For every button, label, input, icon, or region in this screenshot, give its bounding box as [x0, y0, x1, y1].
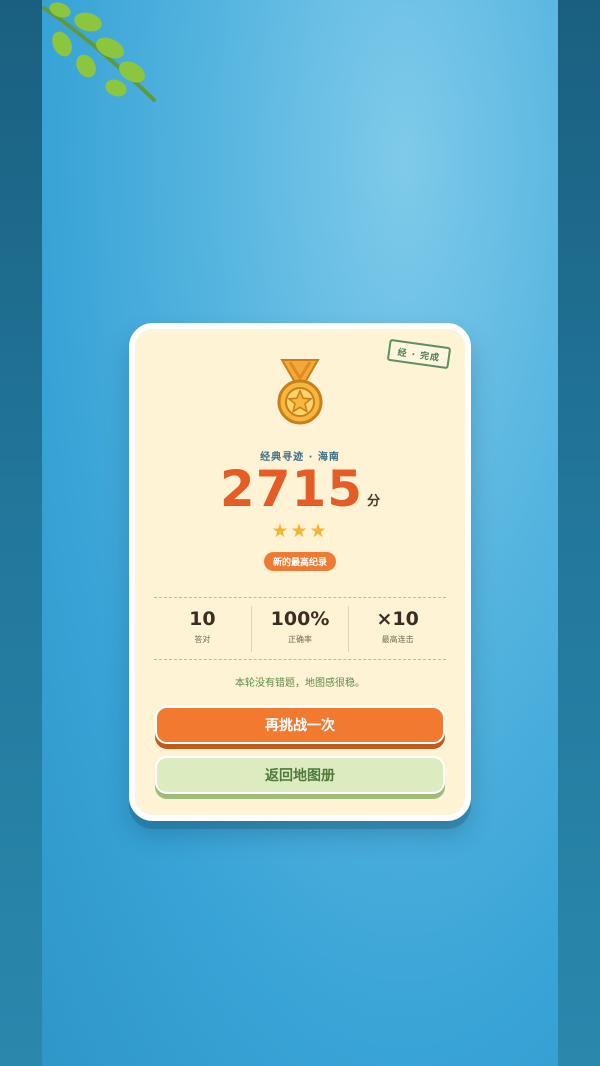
leaf-branch-decoration [42, 2, 156, 102]
new-record-badge: 新的最高纪录 [264, 552, 336, 571]
divider-top [154, 597, 446, 598]
stat-correct: 10 答对 [154, 606, 251, 652]
stat-label: 正确率 [288, 635, 312, 644]
score-display: 2715 分 [129, 461, 471, 517]
medal-icon [277, 359, 323, 425]
stat-label: 最高连击 [381, 635, 414, 644]
result-note: 本轮没有错题，地图感很稳。 [235, 678, 365, 689]
stats-row: 10 答对 100% 正确率 ×10 最高连击 [154, 606, 446, 652]
stat-value: 100% [270, 608, 330, 630]
star-rating: ★★★ [271, 520, 329, 542]
left-side-panel [0, 0, 42, 1066]
stat-value: 10 [189, 608, 216, 630]
stat-combo: ×10 最高连击 [348, 606, 446, 652]
stat-label: 答对 [194, 635, 211, 644]
score-value: 2715 [219, 460, 364, 518]
score-unit: 分 [367, 494, 381, 509]
divider-bottom [154, 659, 446, 660]
retry-button[interactable]: 再挑战一次 [155, 706, 445, 744]
right-side-panel [558, 0, 600, 1066]
stat-value: ×10 [376, 608, 419, 630]
back-to-atlas-button[interactable]: 返回地图册 [155, 756, 445, 794]
stat-accuracy: 100% 正确率 [250, 606, 349, 652]
